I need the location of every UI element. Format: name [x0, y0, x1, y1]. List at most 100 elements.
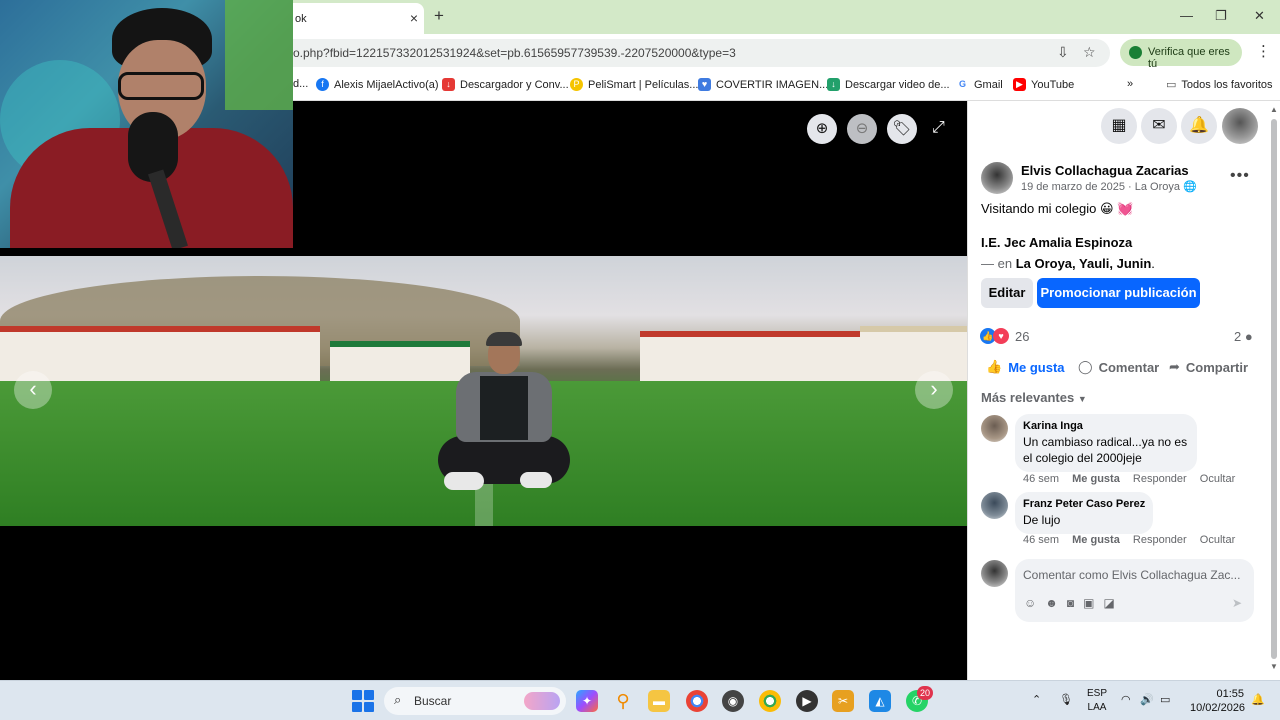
bookmark-1[interactable]: f Alexis MijaelActivo(a) [316, 78, 439, 91]
taskbar: ⌕ Buscar ✦ ⚲ ▬ ◉ ▶ ✂ ◭ ✆ 20 ⌃ 🎙 ESP LAA … [0, 680, 1280, 720]
install-app-icon[interactable]: ⇩ [1057, 44, 1069, 61]
promote-button[interactable]: Promocionar publicación [1037, 278, 1200, 308]
account-avatar[interactable] [1222, 108, 1258, 144]
commenter-avatar[interactable] [981, 492, 1008, 519]
verify-chip[interactable]: Verifica que eres tú [1120, 39, 1242, 70]
comment-hide-button[interactable]: Ocultar [1200, 473, 1235, 485]
chrome-profile-icon[interactable] [759, 690, 781, 712]
youtube-icon: ▶ [1013, 78, 1026, 91]
scroll-up-icon[interactable]: ▲ [1270, 105, 1278, 114]
comment-bubble: Karina Inga Un cambiaso radical...ya no … [1015, 414, 1197, 472]
media-player-icon[interactable]: ▶ [796, 690, 818, 712]
messenger-icon[interactable]: ✉ [1141, 108, 1177, 144]
sort-comments-dropdown[interactable]: Más relevantes ▼ [981, 390, 1087, 405]
windows-start-icon[interactable] [352, 690, 374, 712]
zoom-in-icon[interactable]: ⊕ [807, 114, 837, 144]
post-actions: 👍 Me gusta ◯ Comentar ➦ Compartir [981, 359, 1271, 381]
chrome-icon[interactable] [686, 690, 708, 712]
comment-like-button[interactable]: Me gusta [1072, 473, 1120, 485]
zoom-out-icon[interactable]: ⊖ [847, 114, 877, 144]
like-button[interactable]: 👍 Me gusta [986, 359, 1065, 375]
bookmark-0[interactable]: d... [293, 78, 308, 90]
comment-reply-button[interactable]: Responder [1133, 534, 1187, 546]
bookmark-3[interactable]: P PeliSmart | Películas... [570, 78, 698, 91]
browser-menu-icon[interactable]: ⋮ [1256, 42, 1271, 60]
battery-icon[interactable]: ▭ [1160, 693, 1170, 706]
place-location[interactable]: La Oroya, Yauli, Junin [1016, 256, 1152, 271]
comment-composer[interactable]: Comentar como Elvis Collachagua Zac... ☺… [1015, 559, 1254, 622]
share-button[interactable]: ➦ Compartir [1169, 359, 1248, 375]
comment-count-value: 2 [1234, 329, 1242, 344]
comment-age[interactable]: 46 sem [1023, 534, 1059, 546]
place-name[interactable]: I.E. Jec Amalia Espinoza [981, 235, 1132, 250]
taskbar-search[interactable]: ⌕ Buscar [384, 687, 566, 715]
gif-icon[interactable]: ▣ [1083, 596, 1094, 610]
bookmark-4[interactable]: ♥ COVERTIR IMAGEN... [698, 78, 828, 91]
edit-button[interactable]: Editar [981, 278, 1033, 308]
post-photo[interactable] [0, 256, 967, 526]
bookmark-label: Gmail [974, 78, 1003, 91]
all-bookmarks-folder[interactable]: ▭ Todos los favoritos [1166, 78, 1273, 92]
commenter-avatar[interactable] [981, 415, 1008, 442]
magnifier-app-icon[interactable]: ⚲ [612, 690, 634, 712]
bookmark-5[interactable]: ↓ Descargar video de... [827, 78, 950, 91]
scroll-thumb[interactable] [1271, 119, 1277, 659]
scroll-down-icon[interactable]: ▼ [1270, 662, 1278, 671]
sticker-icon[interactable]: ◪ [1104, 596, 1115, 610]
bookmark-7[interactable]: ▶ YouTube [1013, 78, 1074, 91]
comment-like-button[interactable]: Me gusta [1072, 534, 1120, 546]
tray-overflow-icon[interactable]: ⌃ [1032, 693, 1041, 706]
post-location[interactable]: La Oroya [1135, 181, 1180, 193]
comment-reply-button[interactable]: Responder [1133, 473, 1187, 485]
bookmark-2[interactable]: ↓ Descargador y Conv... [442, 78, 569, 91]
close-window-icon[interactable]: ✕ [1254, 8, 1265, 24]
reactions-summary[interactable]: 👍 ♥ 26 [980, 328, 1029, 344]
copilot-icon[interactable]: ✦ [576, 690, 598, 712]
bookmarks-overflow-button[interactable]: » [1127, 78, 1133, 90]
send-icon[interactable]: ➤ [1232, 596, 1242, 610]
camera-icon[interactable]: ◙ [1067, 596, 1074, 610]
post-author[interactable]: Elvis Collachagua Zacarias [1021, 163, 1189, 178]
place-prefix: — en [981, 256, 1016, 271]
wifi-icon[interactable]: ◠ [1121, 693, 1131, 706]
microphone-icon[interactable]: 🎙 [1059, 693, 1073, 706]
avatar-sticker-icon[interactable]: ☺ [1024, 596, 1036, 610]
author-avatar[interactable] [981, 162, 1013, 194]
new-tab-button[interactable]: + [434, 6, 444, 26]
comment-input-placeholder[interactable]: Comentar como Elvis Collachagua Zac... [1023, 568, 1240, 582]
minimize-icon[interactable]: — [1180, 8, 1193, 23]
language-indicator[interactable]: ESP LAA [1086, 687, 1108, 715]
obs-icon[interactable]: ◉ [722, 690, 744, 712]
restore-icon[interactable]: ❐ [1215, 8, 1227, 24]
bookmark-label: Descargar video de... [845, 78, 950, 91]
url-text[interactable]: o.php?fbid=122157332012531924&set=pb.615… [293, 46, 736, 60]
comment-hide-button[interactable]: Ocultar [1200, 534, 1235, 546]
comment-age[interactable]: 46 sem [1023, 473, 1059, 485]
expand-icon[interactable]: ⤢ [932, 119, 945, 137]
omnibox[interactable]: o.php?fbid=122157332012531924&set=pb.615… [293, 39, 1110, 67]
tag-icon[interactable]: 🏷 [887, 114, 917, 144]
commenter-name[interactable]: Karina Inga [1023, 420, 1189, 432]
notifications-bell-icon[interactable]: 🔔 [1181, 108, 1217, 144]
photos-icon[interactable]: ◭ [869, 690, 891, 712]
menu-grid-icon[interactable]: ▦ [1101, 108, 1137, 144]
bookmark-star-icon[interactable]: ☆ [1083, 44, 1096, 61]
comment-button[interactable]: ◯ Comentar [1078, 359, 1159, 375]
tab-active[interactable]: ok × [293, 3, 424, 34]
commenter-name[interactable]: Franz Peter Caso Perez [1023, 498, 1145, 510]
volume-icon[interactable]: 🔊 [1140, 693, 1154, 706]
capcut-icon[interactable]: ✂ [832, 690, 854, 712]
previous-photo-button[interactable]: ‹ [14, 371, 52, 409]
bookmark-6[interactable]: G Gmail [956, 78, 1003, 91]
panel-scrollbar[interactable]: ▲ ▼ [1270, 105, 1278, 671]
notification-center-icon[interactable]: 🔔 [1251, 693, 1265, 706]
next-photo-button[interactable]: › [915, 371, 953, 409]
composer-avatar[interactable] [981, 560, 1008, 587]
emoji-icon[interactable]: ☻ [1045, 596, 1058, 610]
tab-close-icon[interactable]: × [410, 10, 418, 26]
comment-count[interactable]: 2 ● [1234, 329, 1253, 344]
file-explorer-icon[interactable]: ▬ [648, 690, 670, 712]
clock[interactable]: 01:55 10/02/2026 [1190, 687, 1245, 715]
more-options-icon[interactable]: ••• [1230, 167, 1250, 185]
post-date[interactable]: 19 de marzo de 2025 [1021, 181, 1125, 193]
